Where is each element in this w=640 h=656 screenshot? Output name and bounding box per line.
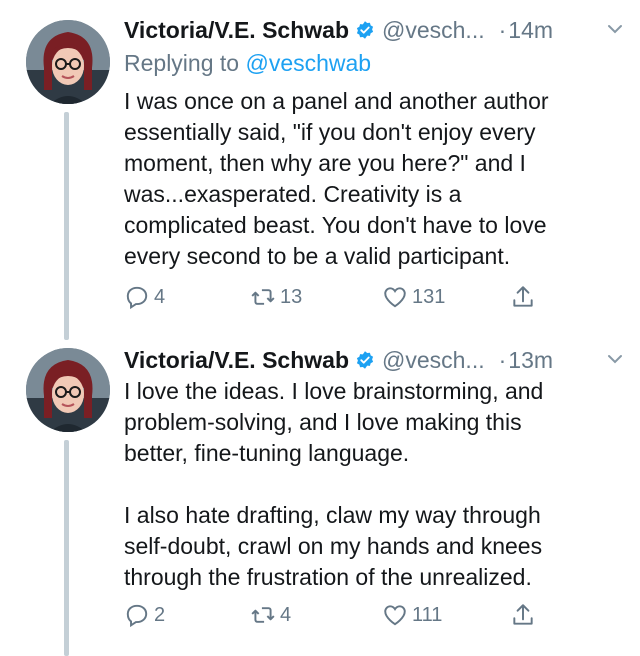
timestamp[interactable]: 14m [508,17,553,44]
reply-button[interactable]: 2 [124,602,165,628]
avatar[interactable] [26,20,110,104]
chevron-down-icon[interactable] [606,350,624,368]
author-handle[interactable]: @vesch... [382,17,485,44]
like-icon [384,605,406,626]
avatar-image [26,348,110,432]
tweet[interactable]: Victoria/V.E. Schwab @vesch... · 14m Rep… [0,0,640,340]
reply-count: 4 [154,285,166,308]
retweet-button[interactable]: 4 [250,602,291,628]
author-handle[interactable]: @vesch... [382,347,485,374]
retweet-count: 13 [280,285,303,308]
chevron-down-icon[interactable] [606,20,624,38]
retweet-button[interactable]: 13 [250,284,302,310]
verified-badge-icon [356,21,374,39]
tweet-actions: 2 4 111 [124,602,624,632]
reply-icon [126,604,148,628]
tweet-actions: 4 13 131 [124,284,624,314]
share-icon [513,286,533,307]
timestamp[interactable]: 13m [508,347,553,374]
author-name[interactable]: Victoria/V.E. Schwab [124,347,349,374]
author-name[interactable]: Victoria/V.E. Schwab [124,17,349,44]
retweet-icon [251,289,275,305]
avatar-image [26,20,110,104]
replying-to: Replying to @veschwab [124,50,371,77]
like-count: 111 [412,603,443,626]
like-button[interactable]: 131 [382,284,445,310]
separator-dot: · [498,16,507,43]
thread-line [64,112,69,340]
tweet[interactable]: Victoria/V.E. Schwab @vesch... · 13m I l… [0,340,640,656]
tweet-text: I was once on a panel and another author… [124,88,549,269]
reply-count: 2 [154,603,166,626]
share-button[interactable] [510,284,540,310]
tweet-text: I love the ideas. I love brainstorming, … [124,378,544,590]
share-icon [513,604,533,625]
like-button[interactable]: 111 [382,602,442,628]
tweet-header: Victoria/V.E. Schwab @vesch... · 13m [124,342,624,378]
avatar[interactable] [26,348,110,432]
separator-dot: · [498,346,507,373]
like-icon [384,287,406,308]
reply-icon [126,286,148,310]
retweet-count: 4 [280,603,292,626]
thread-line [64,440,69,656]
tweet-header: Victoria/V.E. Schwab @vesch... · 14m [124,12,624,48]
like-count: 131 [412,285,446,308]
retweet-icon [251,607,275,623]
reply-button[interactable]: 4 [124,284,165,310]
replying-prefix: Replying to [124,50,240,76]
replying-mention[interactable]: @veschwab [245,50,371,76]
share-button[interactable] [510,602,540,628]
verified-badge-icon [356,351,374,369]
